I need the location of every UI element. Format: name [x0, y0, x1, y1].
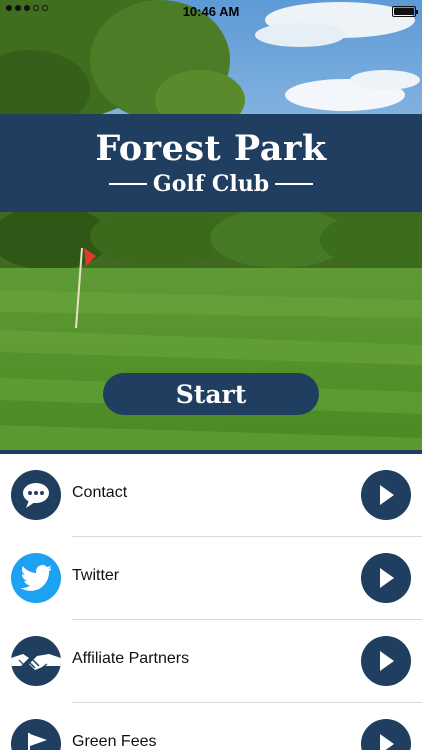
menu-item-contact[interactable]: Contact: [0, 454, 422, 537]
chevron-right-icon[interactable]: [361, 553, 411, 603]
chevron-right-icon[interactable]: [361, 470, 411, 520]
menu-item-twitter[interactable]: Twitter: [0, 537, 422, 620]
chevron-right-icon[interactable]: [361, 719, 411, 750]
chevron-right-icon[interactable]: [361, 636, 411, 686]
divider-line: [108, 183, 147, 185]
twitter-bird-icon: [11, 553, 61, 603]
menu-item-green-fees[interactable]: Green Fees: [0, 703, 422, 750]
speech-bubble-icon: [11, 470, 61, 520]
hero-image: 10:46 AM Forest Park Golf Club Start: [0, 0, 422, 450]
menu-item-affiliate-partners[interactable]: Affiliate Partners: [0, 620, 422, 703]
menu-item-label: Green Fees: [72, 733, 157, 750]
signal-strength-icon: [6, 5, 48, 11]
menu-list: Contact Twitter Affiliate Partners Green…: [0, 454, 422, 750]
status-bar: 10:46 AM: [0, 0, 422, 22]
club-subtitle-row: Golf Club: [108, 171, 314, 197]
club-subtitle: Golf Club: [152, 171, 270, 197]
status-time: 10:46 AM: [182, 3, 240, 19]
menu-item-label: Affiliate Partners: [72, 650, 190, 667]
battery-icon: [392, 6, 418, 17]
club-banner: Forest Park Golf Club: [0, 114, 422, 212]
divider-line: [275, 183, 314, 185]
menu-item-label: Twitter: [72, 567, 120, 584]
handshake-icon: [11, 636, 61, 686]
start-button[interactable]: Start: [103, 373, 319, 415]
club-name: Forest Park: [95, 128, 327, 169]
golf-flag-icon: [11, 719, 61, 750]
menu-item-label: Contact: [72, 484, 128, 501]
